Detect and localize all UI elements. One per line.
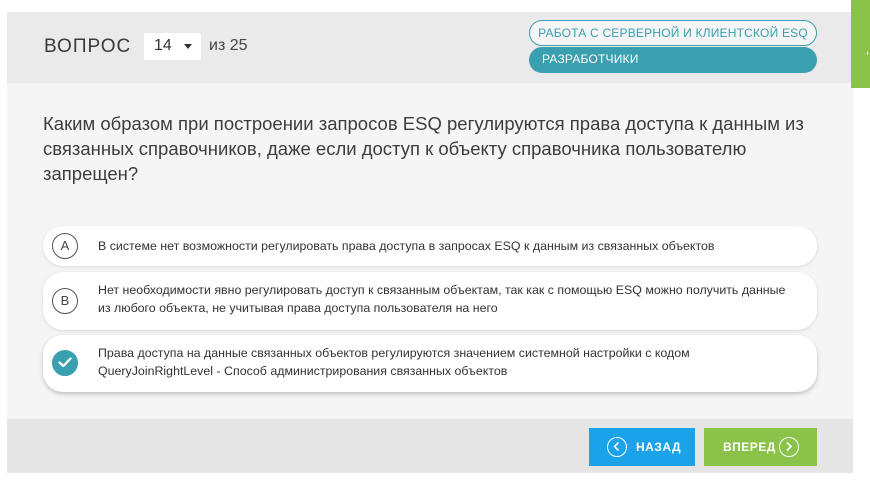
next-button-label: ВПЕРЕД — [723, 440, 776, 454]
audience-tag: РАЗРАБОТЧИКИ — [529, 47, 817, 73]
answer-option-a[interactable]: A В системе нет возможности регулировать… — [43, 226, 817, 266]
option-text: В системе нет возможности регулировать п… — [98, 239, 715, 253]
question-number-select[interactable]: 14 — [144, 33, 201, 60]
back-button-label: НАЗАД — [636, 440, 682, 454]
chevron-down-icon — [184, 44, 192, 49]
question-label: ВОПРОС — [44, 36, 132, 57]
next-button[interactable]: ВПЕРЕД — [704, 428, 817, 466]
question-text: Каким образом при построении запросов ES… — [43, 113, 804, 184]
side-panel-tab[interactable]: ‘ — [851, 0, 870, 88]
answer-option-c-selected[interactable]: Права доступа на данные связанных объект… — [43, 335, 817, 392]
checkmark-icon — [52, 350, 78, 376]
chevron-right-icon — [779, 437, 799, 457]
question-number-value: 14 — [154, 37, 172, 54]
quiz-header: ВОПРОС 14 из 25 РАБОТА С СЕРВЕРНОЙ И КЛИ… — [7, 12, 853, 83]
option-text: Права доступа на данные связанных объект… — [98, 346, 690, 378]
option-letter-badge: A — [52, 233, 78, 259]
option-text: Нет необходимости явно регулировать дост… — [98, 283, 786, 315]
chevron-left-icon — [607, 437, 627, 457]
quiz-card: ВОПРОС 14 из 25 РАБОТА С СЕРВЕРНОЙ И КЛИ… — [7, 12, 853, 473]
answer-option-b[interactable]: B Нет необходимости явно регулировать до… — [43, 272, 817, 330]
side-panel-glyph: ‘ — [866, 48, 870, 64]
topic-tag: РАБОТА С СЕРВЕРНОЙ И КЛИЕНТСКОЙ ESQ — [529, 20, 817, 46]
quiz-footer: НАЗАД ВПЕРЕД — [7, 419, 853, 473]
back-button[interactable]: НАЗАД — [589, 428, 695, 466]
option-letter-badge: B — [52, 288, 78, 314]
question-total: из 25 — [209, 37, 248, 54]
